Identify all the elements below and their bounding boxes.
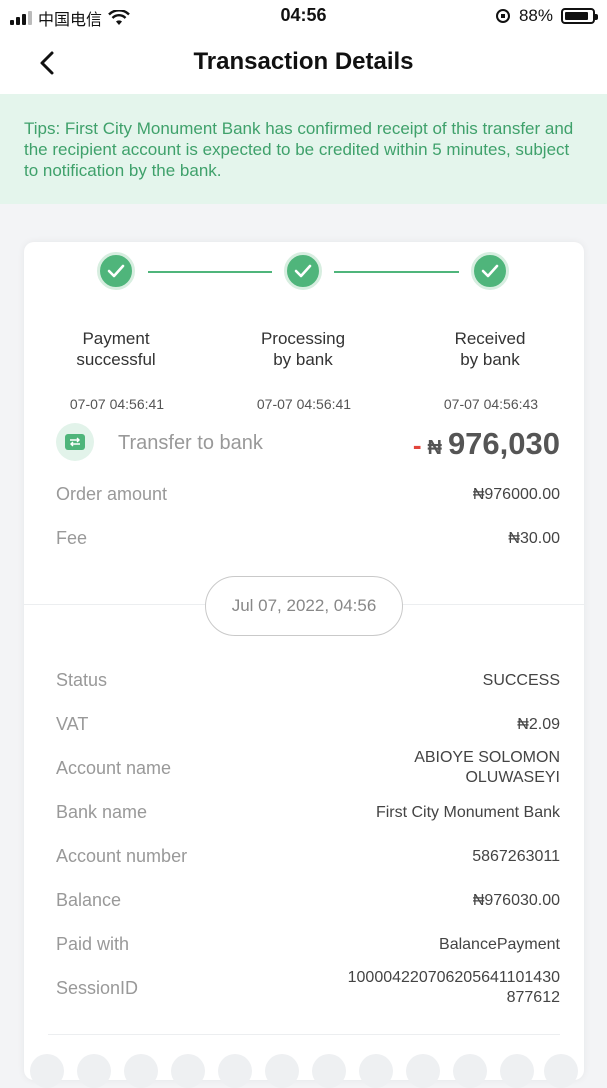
scallop (453, 1054, 487, 1088)
nav-bar: Transaction Details (0, 32, 607, 94)
scallop (124, 1054, 158, 1088)
fee-label: Fee (56, 528, 88, 548)
date-pill: Jul 07, 2022, 04:56 (205, 576, 403, 636)
bank-name-row: Bank name First City Monument Bank (56, 802, 560, 823)
orientation-lock-icon (495, 9, 510, 23)
scallop (312, 1054, 346, 1088)
step-3-line1: Received (454, 329, 526, 348)
account-name-value: ABIOYE SOLOMON OLUWASEYI (414, 748, 560, 788)
tips-banner: Tips: First City Monument Bank has confi… (0, 94, 607, 204)
status-right: 88% (495, 6, 598, 26)
transaction-card: Payment successful Processing by bank Re… (24, 242, 584, 1088)
vat-value: ₦2.09 (517, 715, 560, 733)
session-id-value: 100004220706205641101430 877612 (348, 968, 560, 1008)
status-bar: 中国电信 04:56 88% (0, 0, 607, 32)
transaction-type: Transfer to bank (118, 432, 263, 454)
step-3-check-icon (471, 252, 509, 290)
fee-row: Fee ₦30.00 (56, 528, 560, 549)
scallop (171, 1054, 205, 1088)
fee-value: ₦30.00 (508, 529, 560, 547)
step-2-check-icon (284, 252, 322, 290)
vat-label: VAT (56, 714, 89, 734)
amount-sign: - (412, 430, 422, 460)
step-1-check-icon (97, 252, 135, 290)
step-1-line1: Payment (82, 329, 150, 348)
step-connector-2 (334, 271, 459, 273)
scallop (77, 1054, 111, 1088)
status-row: Status SUCCESS (56, 670, 560, 691)
currency-symbol: ₦ (427, 437, 442, 459)
step-3-line2: by bank (460, 350, 520, 369)
bank-name-value: First City Monument Bank (375, 803, 560, 821)
session-id-label: SessionID (56, 977, 139, 998)
session-id-row: SessionID 100004220706205641101430 87761… (56, 968, 560, 1008)
account-number-row: Account number 5867263011 (56, 846, 560, 867)
bottom-divider (48, 1034, 560, 1035)
vat-row: VAT ₦2.09 (56, 714, 560, 735)
transaction-amount: - ₦ 976,030 (413, 426, 560, 462)
scallop (544, 1054, 578, 1088)
account-name-label: Account name (56, 757, 172, 778)
status-label: Status (56, 670, 108, 690)
status-value: SUCCESS (482, 671, 560, 689)
order-amount-value: ₦976000.00 (472, 485, 560, 503)
session-id-line2: 877612 (506, 989, 560, 1006)
scallop (359, 1054, 393, 1088)
step-3-label: Received by bank (420, 328, 560, 370)
amount-value: 976,030 (447, 426, 560, 461)
account-name-line2: OLUWASEYI (465, 769, 560, 786)
step-3-time: 07-07 04:56:43 (443, 396, 539, 412)
step-connector-1 (148, 271, 272, 273)
paid-with-label: Paid with (56, 934, 130, 954)
account-number-value: 5867263011 (472, 847, 560, 865)
scallop (30, 1054, 64, 1088)
account-number-label: Account number (56, 846, 188, 866)
step-2-line1: Processing (260, 329, 346, 348)
order-amount-row: Order amount ₦976000.00 (56, 484, 560, 505)
session-id-line1: 100004220706205641101430 (347, 969, 560, 986)
scallop (218, 1054, 252, 1088)
paid-with-value: BalancePayment (439, 935, 560, 953)
scallop (265, 1054, 299, 1088)
bank-name-label: Bank name (56, 802, 148, 822)
tips-text: Tips: First City Monument Bank has confi… (24, 119, 574, 180)
scallop (500, 1054, 534, 1088)
step-1-line2: successful (76, 350, 156, 369)
account-name-row: Account name ABIOYE SOLOMON OLUWASEYI (56, 748, 560, 788)
step-1-label: Payment successful (46, 328, 186, 370)
balance-label: Balance (56, 890, 122, 910)
page-title: Transaction Details (193, 48, 414, 75)
battery-percent: 88% (518, 6, 553, 25)
step-2-label: Processing by bank (233, 328, 373, 370)
balance-value: ₦976030.00 (472, 891, 560, 909)
scallop (406, 1054, 440, 1088)
step-2-time: 07-07 04:56:41 (256, 396, 352, 412)
step-1-time: 07-07 04:56:41 (69, 396, 165, 412)
battery-icon (561, 8, 598, 24)
order-amount-label: Order amount (56, 484, 168, 504)
balance-row: Balance ₦976030.00 (56, 890, 560, 911)
account-name-line1: ABIOYE SOLOMON (414, 749, 560, 766)
transfer-icon (56, 423, 94, 461)
paid-with-row: Paid with BalancePayment (56, 934, 560, 955)
step-2-line2: by bank (273, 350, 333, 369)
